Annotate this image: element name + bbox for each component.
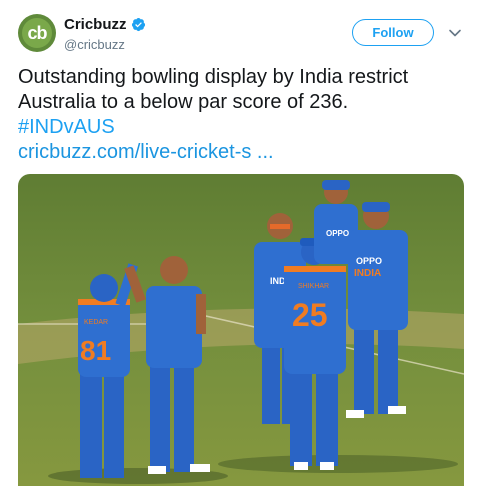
avatar[interactable]: cb xyxy=(18,14,56,52)
tweet-photo[interactable]: 81 KEDAR INDIA 25 SHIKHAR OPPO OPPO INDI… xyxy=(18,174,464,486)
svg-text:OPPO: OPPO xyxy=(356,256,382,266)
svg-text:81: 81 xyxy=(80,335,111,366)
verified-badge-icon xyxy=(131,17,145,32)
svg-text:25: 25 xyxy=(292,297,328,333)
svg-text:SHIKHAR: SHIKHAR xyxy=(298,283,329,290)
tweet-text-line-2: Australia to a below par score of 236. xyxy=(18,91,349,113)
tweet-header: cb Cricbuzz @cricbuzz Follow xyxy=(0,0,492,60)
hashtag-link[interactable]: #INDvAUS xyxy=(18,115,478,140)
article-link[interactable]: cricbuzz.com/live-cricket-s ... xyxy=(18,140,478,165)
cricket-team-celebration-image: 81 KEDAR INDIA 25 SHIKHAR OPPO OPPO INDI… xyxy=(18,174,464,486)
svg-text:OPPO: OPPO xyxy=(326,229,349,238)
chevron-down-icon[interactable] xyxy=(448,26,462,40)
avatar-logo: cb xyxy=(22,18,52,48)
display-name[interactable]: Cricbuzz xyxy=(64,16,127,33)
follow-button[interactable]: Follow xyxy=(352,19,434,46)
user-handle[interactable]: @cricbuzz xyxy=(64,37,125,52)
tweet-text: Outstanding bowling display by India res… xyxy=(18,65,478,165)
svg-text:INDIA: INDIA xyxy=(354,268,381,279)
name-row[interactable]: Cricbuzz xyxy=(64,16,146,33)
svg-text:KEDAR: KEDAR xyxy=(84,319,108,326)
tweet-text-line-1: Outstanding bowling display by India res… xyxy=(18,66,409,88)
